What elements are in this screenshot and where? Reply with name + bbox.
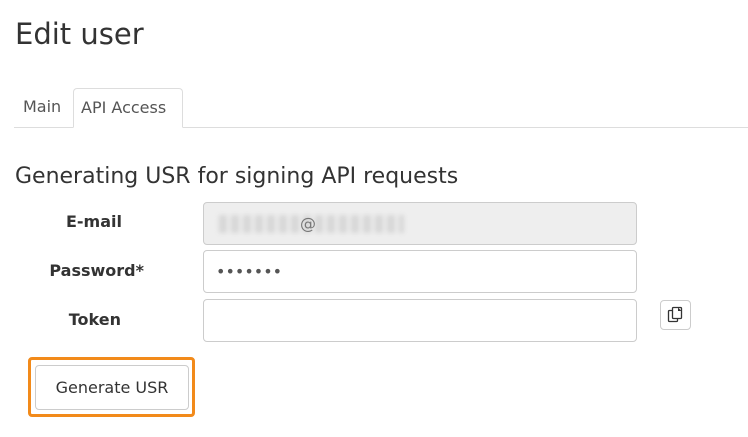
copy-icon — [667, 306, 683, 323]
edit-user-page: Edit user Main API Access Generating USR… — [0, 0, 748, 437]
tab-api-access[interactable]: API Access — [73, 88, 183, 128]
tab-bar: Main API Access — [14, 88, 748, 128]
token-field[interactable] — [203, 299, 637, 342]
password-field[interactable]: ••••••• — [203, 250, 637, 293]
token-label: Token — [68, 310, 121, 329]
page-title: Edit user — [15, 17, 144, 51]
email-field[interactable]: @ — [203, 202, 637, 245]
section-title: Generating USR for signing API requests — [15, 164, 459, 189]
generate-usr-button[interactable]: Generate USR — [35, 365, 189, 410]
tab-main[interactable]: Main — [14, 88, 72, 126]
copy-token-button[interactable] — [660, 300, 691, 330]
email-label: E-mail — [65, 212, 122, 231]
email-visible-fragment: @ — [300, 214, 316, 233]
password-label: Password* — [49, 261, 144, 280]
